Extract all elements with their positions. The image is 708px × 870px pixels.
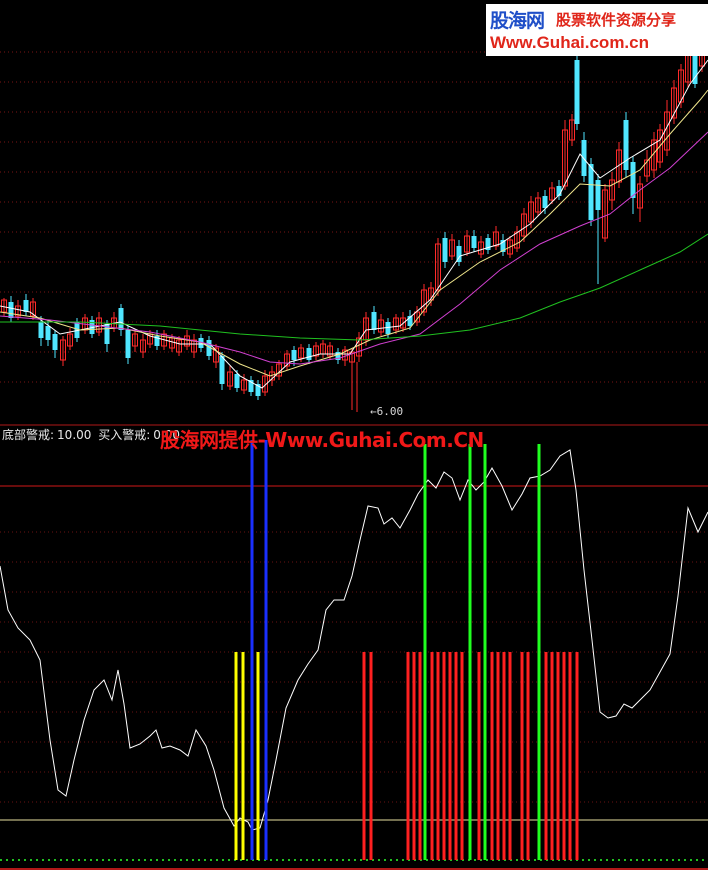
candle-body [38, 322, 44, 338]
watermark-tagline: 股票软件资源分享 [556, 11, 677, 29]
candle-body [125, 330, 131, 358]
candle-body [442, 238, 448, 262]
candle-body [8, 302, 14, 318]
watermark-url: Www.Guhai.com.cn [490, 33, 649, 52]
bottom-warning-value: 10.00 [57, 428, 92, 442]
candle-body [542, 196, 548, 208]
candle-body [23, 300, 29, 312]
stock-chart-window: 股海网 股票软件资源分享 Www.Guhai.com.cn ←6.00 底部警戒… [0, 0, 708, 870]
low-price-label: ←6.00 [370, 405, 404, 418]
candle-body [291, 350, 297, 360]
watermark-logo: 股海网 股票软件资源分享 Www.Guhai.com.cn [486, 4, 708, 56]
watermark-brand: 股海网 [490, 10, 545, 32]
candle-body [234, 374, 240, 388]
candle-body [588, 164, 594, 220]
candle-body [219, 356, 225, 384]
candle-body [471, 236, 477, 248]
indicator-header: 底部警戒: 10.00 买入警戒: 0.00 [2, 426, 183, 443]
candle-body [595, 180, 601, 210]
candle-body [306, 348, 312, 360]
candle-body [371, 312, 377, 330]
bottom-warning-label: 底部警戒: [2, 428, 55, 442]
candle-body [45, 326, 51, 340]
candle-body [118, 308, 124, 330]
oscillator-line [0, 449, 708, 831]
watermark-banner: 股海网提供-Www.Guhai.Com.CN [160, 428, 484, 452]
candle-body [52, 334, 58, 350]
candle-body [623, 120, 629, 170]
candle-body [574, 60, 580, 124]
candle-body [581, 140, 587, 176]
candle-body [630, 162, 636, 198]
buy-warning-label: 买入警戒: [98, 428, 151, 442]
